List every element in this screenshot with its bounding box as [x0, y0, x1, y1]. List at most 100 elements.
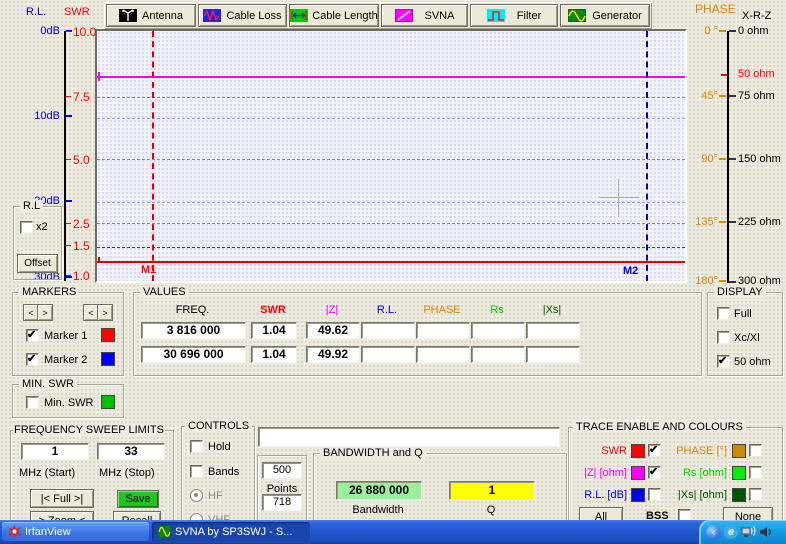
marker2-swr-field: 1.04	[251, 346, 297, 363]
markers-group: MARKERS < > < > Marker 1 Marker 2	[12, 292, 124, 376]
stop-freq-label: MHz (Stop)	[99, 467, 155, 479]
toolbar-button-filter[interactable]: Filter	[470, 4, 558, 27]
toolbar-button-generator[interactable]: Generator	[560, 4, 650, 27]
trace-rl-checkbox[interactable]	[648, 488, 661, 501]
phase-tick	[719, 30, 726, 32]
marker2-rs-field	[471, 346, 525, 363]
min-swr-checkbox[interactable]	[26, 396, 39, 409]
trace-phase-checkbox[interactable]	[749, 444, 762, 457]
trace-swr-checkbox[interactable]	[648, 444, 661, 457]
x2-checkbox[interactable]	[20, 221, 33, 234]
min-swr-color-swatch[interactable]	[101, 395, 115, 409]
toolbar-button-label: Cable Loss	[226, 10, 281, 22]
phase-tick-label: 0 °	[684, 25, 718, 37]
phase-tick	[719, 221, 726, 223]
display-50ohm-checkbox[interactable]	[717, 355, 730, 368]
phase-tick-label: 45°	[684, 90, 718, 102]
tray-volume-icon[interactable]	[759, 525, 773, 539]
ohm-tick-50	[721, 74, 727, 76]
trace-rs-checkbox[interactable]	[749, 466, 762, 479]
marker1-color-swatch[interactable]	[101, 328, 115, 342]
stop-freq-input[interactable]: 33	[97, 443, 165, 460]
svna-icon	[395, 9, 413, 22]
cable-length-icon	[290, 9, 308, 22]
marker2-line[interactable]	[646, 31, 648, 281]
left-axis-line	[64, 31, 66, 281]
toolbar-button-label: Antenna	[142, 10, 183, 22]
q-field: 1	[449, 481, 535, 500]
cable-loss-icon	[203, 9, 221, 22]
display-50ohm-label: 50 ohm	[734, 356, 771, 368]
svna-app-window: R.L. SWR PHASE X-R-Z Antenna Cable Loss …	[0, 0, 786, 544]
toolbar-button-antenna[interactable]: Antenna	[106, 4, 196, 27]
marker1-z-field: 49.62	[306, 322, 360, 339]
taskbar-button-irfanview[interactable]: IrfanView	[2, 522, 149, 541]
gridline-swr-1-5	[97, 247, 685, 248]
toolbar-button-cable-loss[interactable]: Cable Loss	[198, 4, 287, 27]
taskbar: IrfanView SVNA by SP3SWJ - S... ‹ e	[0, 520, 786, 544]
marker1-next-button[interactable]: >	[37, 304, 53, 321]
values-group-title: VALUES	[140, 286, 189, 298]
values-header-xs: |Xs|	[526, 304, 578, 316]
trace-z-swatch[interactable]	[631, 466, 645, 480]
marker2-next-button[interactable]: >	[97, 304, 113, 321]
trace-z-checkbox[interactable]	[648, 466, 661, 479]
marker2-xs-field	[526, 346, 580, 363]
trace-phase-swatch[interactable]	[732, 444, 746, 458]
marker1-line[interactable]	[152, 31, 154, 281]
gridline-swr-7-5	[97, 97, 685, 98]
swr-tick-label: 7.5	[73, 90, 90, 104]
toolbar-button-svna[interactable]: SVNA	[381, 4, 468, 27]
hold-label: Hold	[208, 441, 231, 453]
display-xcxl-label: Xc/Xl	[734, 332, 760, 344]
trace-swr-label: SWR	[571, 445, 627, 457]
hold-checkbox[interactable]	[190, 440, 203, 453]
rl-tick-label: 10dB	[22, 110, 60, 122]
trace-rs-swatch[interactable]	[732, 466, 746, 480]
values-header-rl: R.L.	[361, 304, 413, 316]
phase-tick	[719, 95, 726, 97]
save-button[interactable]: Save	[117, 490, 159, 508]
trace-xs-swatch[interactable]	[732, 488, 746, 502]
full-span-button[interactable]: |< Full >|	[30, 489, 94, 508]
trace-xs-checkbox[interactable]	[749, 488, 762, 501]
points-bottom-field[interactable]: 718	[262, 494, 302, 511]
display-xcxl-checkbox[interactable]	[717, 331, 730, 344]
ohm-tick	[729, 158, 736, 160]
tray-ie-icon[interactable]: e	[724, 525, 738, 539]
swr-tick-label: 1.0	[73, 269, 90, 283]
phase-tick	[719, 158, 726, 160]
offset-button[interactable]: Offset	[17, 254, 58, 273]
hf-radio[interactable]	[190, 489, 203, 502]
tray-network-icon[interactable]	[741, 525, 756, 539]
q-label: Q	[449, 504, 533, 516]
swr-tick-label: 5.0	[73, 153, 90, 167]
taskbar-button-svna[interactable]: SVNA by SP3SWJ - S...	[152, 522, 310, 541]
swr-tick	[66, 245, 71, 246]
points-top-field[interactable]: 500	[262, 462, 302, 479]
trace-rs-label: Rs [ohm]	[665, 467, 727, 479]
display-full-checkbox[interactable]	[717, 307, 730, 320]
rl-tick-label: 0dB	[22, 25, 60, 37]
comment-input[interactable]	[258, 427, 560, 447]
marker2-freq-field[interactable]: 30 696 000	[141, 346, 246, 363]
trace-swr-swatch[interactable]	[631, 444, 645, 458]
values-header-z: |Z|	[306, 304, 358, 316]
phase-tick-label: 135°	[684, 216, 718, 228]
rl-tick	[66, 200, 72, 202]
start-freq-input[interactable]: 1	[21, 443, 89, 460]
right-axis-line	[727, 31, 729, 283]
antenna-icon	[119, 9, 137, 22]
phase-tick-label: 90°	[684, 153, 718, 165]
rl-axis-caption: R.L.	[26, 6, 46, 18]
toolbar-button-cable-length[interactable]: Cable Length	[289, 4, 379, 27]
tray-collapse-icon[interactable]: ‹	[706, 525, 721, 540]
marker1-checkbox[interactable]	[26, 329, 39, 342]
phase-tick	[719, 280, 726, 282]
marker2-color-swatch[interactable]	[101, 352, 115, 366]
marker1-freq-field[interactable]: 3 816 000	[141, 322, 246, 339]
plot-area[interactable]: M1 M2	[95, 29, 687, 283]
marker2-checkbox[interactable]	[26, 353, 39, 366]
bands-checkbox[interactable]	[190, 465, 203, 478]
trace-rl-swatch[interactable]	[631, 488, 645, 502]
